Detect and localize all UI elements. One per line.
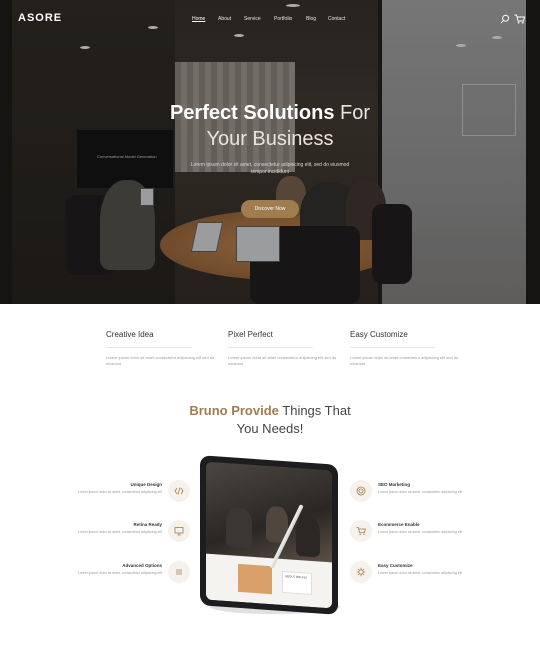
nav-item-about[interactable]: About <box>218 16 244 22</box>
service-title: Ecommerce Enable <box>378 522 420 527</box>
screen-thumbnail <box>238 563 272 595</box>
tablet-screen: ABOUT BRUNO <box>206 461 332 609</box>
feature-divider <box>106 347 191 348</box>
nav-item-service[interactable]: Service <box>244 16 274 22</box>
feature-title: Pixel Perfect <box>228 330 273 339</box>
service-text: Lorem ipsum dolor sit amet, consectetur … <box>77 530 162 534</box>
service-text: Lorem ipsum dolor sit amet, consectetur … <box>378 530 463 534</box>
screen-card: ABOUT BRUNO <box>282 570 312 596</box>
service-title: Retina Ready <box>133 522 162 527</box>
cart-icon[interactable] <box>514 14 525 24</box>
code-icon <box>168 480 190 502</box>
feature-pixel-perfect: Pixel Perfect Lorem ipsum dolor sit amet… <box>228 330 343 367</box>
cart-icon <box>350 520 372 542</box>
service-text: Lorem ipsum dolor sit amet, consectetur … <box>378 490 463 494</box>
feature-creative-idea: Creative Idea Lorem ipsum dolor sit amet… <box>106 330 221 367</box>
feature-divider <box>228 347 313 348</box>
search-icon[interactable] <box>500 14 510 24</box>
hero-section: Conversational Model Generation <box>0 0 540 304</box>
hero-title-bold: Perfect Solutions <box>169 102 335 124</box>
service-title: SEO Marketing <box>378 482 411 487</box>
service-retina-ready: Retina Ready Lorem ipsum dolor sit amet,… <box>62 522 162 535</box>
hero-overlay <box>0 0 540 304</box>
feature-title: Creative Idea <box>106 330 154 339</box>
service-advanced-options: Advanced Options Lorem ipsum dolor sit a… <box>62 563 162 576</box>
feature-title: Easy Customize <box>350 330 408 339</box>
service-text: Lorem ipsum dolor sit amet, consectetur … <box>77 571 162 575</box>
site-logo[interactable]: ASORE <box>18 12 62 24</box>
tablet-mockup: ABOUT BRUNO <box>200 455 340 616</box>
service-unique-design: Unique Design Lorem ipsum dolor sit amet… <box>62 482 162 495</box>
service-text: Lorem ipsum dolor sit amet, consectetur … <box>378 571 463 575</box>
nav-item-home[interactable]: Home <box>192 16 218 22</box>
hero-subtitle: Lorem ipsum dolor sit amet, consectetur … <box>190 162 350 175</box>
screen-person <box>296 515 320 558</box>
nav-item-portfolio[interactable]: Portfolio <box>274 16 306 22</box>
discover-now-button[interactable]: Discover Now <box>241 200 299 218</box>
feature-text: Lorem ipsum dolor sit amet consectetur a… <box>228 355 337 366</box>
service-text: Lorem ipsum dolor sit amet, consectetur … <box>77 490 162 494</box>
feature-text: Lorem ipsum dolor sit amet consectetur a… <box>106 355 215 366</box>
feature-divider <box>350 347 435 348</box>
nav-item-blog[interactable]: Blog <box>306 16 328 22</box>
monitor-icon <box>168 520 190 542</box>
heading-brand: Bruno Provide <box>189 403 279 418</box>
screen-person <box>226 506 252 549</box>
heading-rest: Things That <box>278 403 351 418</box>
service-seo-marketing: SEO Marketing Lorem ipsum dolor sit amet… <box>378 482 478 495</box>
feature-easy-customize: Easy Customize Lorem ipsum dolor sit ame… <box>350 330 465 367</box>
target-icon <box>350 480 372 502</box>
screen-card-text: ABOUT BRUNO <box>285 574 307 580</box>
hero-title-line2: Your Business <box>206 128 334 150</box>
service-title: Unique Design <box>130 482 162 487</box>
gear-icon <box>350 561 372 583</box>
hero-title-light: For <box>334 102 371 124</box>
section-heading: Bruno Provide Things That <box>0 403 540 418</box>
tablet-body: ABOUT BRUNO <box>200 455 338 615</box>
service-easy-customize: Easy Customize Lorem ipsum dolor sit ame… <box>378 563 478 576</box>
service-title: Advanced Options <box>122 563 162 568</box>
main-nav: Home About Service Portfolio Blog Contac… <box>192 16 358 22</box>
hero-title: Perfect Solutions For <box>0 102 540 125</box>
feature-text: Lorem ipsum dolor sit amet consectetur a… <box>350 355 459 366</box>
section-heading-line2: You Needs! <box>236 421 304 436</box>
service-title: Easy Customize <box>378 563 413 568</box>
list-icon <box>168 561 190 583</box>
service-ecommerce-enable: Ecommerce Enable Lorem ipsum dolor sit a… <box>378 522 478 535</box>
nav-item-contact[interactable]: Contact <box>328 16 358 22</box>
